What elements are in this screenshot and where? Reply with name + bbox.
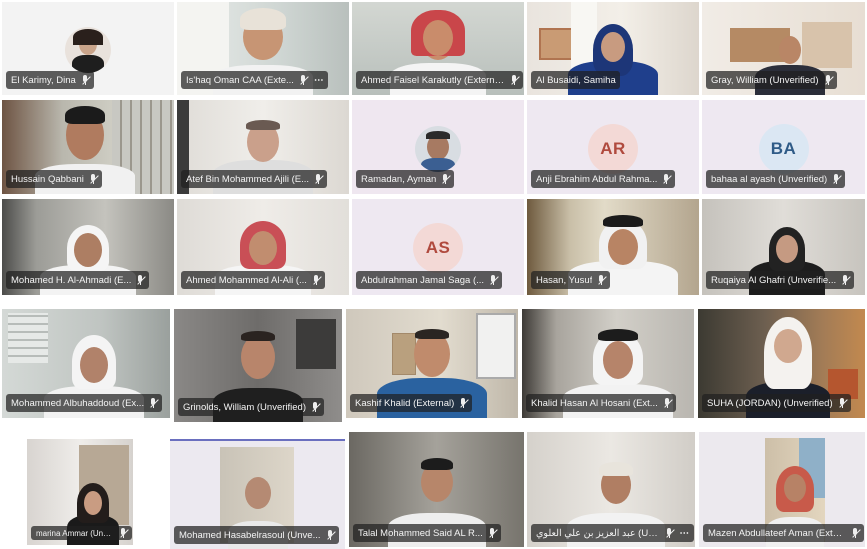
participant-tile[interactable]: Atef Bin Mohammed Ajili (E... xyxy=(177,100,349,194)
participant-tile[interactable]: Ahmed Faisel Karakutly (External) xyxy=(352,2,524,95)
participant-tile[interactable]: Is'haq Oman CAA (Exte... ⋯ xyxy=(177,2,349,95)
participant-tile[interactable]: El Karimy, Dina xyxy=(2,2,174,95)
participant-name-label: bahaa al ayash (Unverified) xyxy=(706,170,846,188)
participant-name-label: Abdulrahman Jamal Saga (... xyxy=(356,271,503,289)
mic-off-icon xyxy=(665,527,675,539)
mic-off-icon xyxy=(314,173,324,185)
mic-off-icon xyxy=(441,173,452,185)
participant-tile[interactable]: عبد العزيز بن علي العلوي (Unverified)⋯ xyxy=(527,432,695,547)
participant-name-label: Ahmed Mohammed Al-Ali (... xyxy=(181,271,325,289)
mic-off-icon xyxy=(459,397,470,409)
mic-off-icon xyxy=(136,274,147,286)
participant-name-label: Mohammed Albuhaddoud (Ex... xyxy=(6,394,163,412)
mic-off-icon xyxy=(489,274,499,286)
mic-off-icon xyxy=(838,397,848,409)
mic-off-icon xyxy=(510,74,520,86)
mic-off-icon xyxy=(824,74,834,86)
participant-tile[interactable]: Talal Mohammed Said AL R... xyxy=(349,432,524,547)
participant-name-label: Kashif Khalid (External) xyxy=(350,394,473,412)
mic-off-icon xyxy=(662,173,673,185)
participant-name-label: marina Ammar (Unverified) xyxy=(31,526,132,540)
participant-name-label: Hussain Qabbani xyxy=(6,170,102,188)
participant-tile[interactable]: AR Anji Ebrahim Abdul Rahma... xyxy=(527,100,699,194)
avatar xyxy=(415,126,461,172)
participant-name-label: Ahmed Faisel Karakutly (External) xyxy=(356,71,523,89)
participant-name-label: Mohamed H. Al-Ahmadi (E... xyxy=(6,271,150,289)
participant-tile[interactable]: Hussain Qabbani xyxy=(2,100,174,194)
participant-tile[interactable]: Mohamed H. Al-Ahmadi (E... xyxy=(2,199,174,295)
participant-name-label: Hasan, Yusuf xyxy=(531,271,611,289)
mic-off-icon xyxy=(299,74,309,86)
participant-name-label: Atef Bin Mohammed Ajili (E... xyxy=(181,170,328,188)
mic-off-icon xyxy=(312,274,322,286)
more-options-icon[interactable]: ⋯ xyxy=(680,528,691,539)
participant-name-label: El Karimy, Dina xyxy=(6,71,94,89)
initials-avatar: BA xyxy=(758,124,809,174)
mic-off-icon xyxy=(311,401,321,413)
participant-name-label: Mazen Abdullateef Aman (External) xyxy=(703,524,864,542)
mic-off-icon xyxy=(488,527,498,539)
more-options-icon[interactable]: ⋯ xyxy=(314,75,325,86)
mic-off-icon xyxy=(663,397,673,409)
mic-off-icon xyxy=(851,527,861,539)
participant-tile[interactable]: Al Busaidi, Samiha xyxy=(527,2,699,95)
mic-off-icon xyxy=(119,527,129,539)
participant-name-label: Ruqaiya Al Ghafri (Unverifie... xyxy=(706,271,855,289)
mic-off-icon xyxy=(841,274,851,286)
mic-off-icon xyxy=(597,274,608,286)
participant-name-label: Al Busaidi, Samiha xyxy=(531,71,620,89)
mic-off-icon xyxy=(326,529,336,541)
participant-tile[interactable]: Mohamed Hasabelrasoul (Unve... xyxy=(170,439,345,549)
participant-tile[interactable]: Gray, William (Unverified) xyxy=(702,2,865,95)
participant-tile[interactable]: Ramadan, Ayman xyxy=(352,100,524,194)
initials-avatar: AS xyxy=(413,223,463,273)
participant-tile[interactable]: marina Ammar (Unverified) xyxy=(27,439,133,545)
participant-tile[interactable]: Mazen Abdullateef Aman (External) xyxy=(699,432,865,547)
mic-off-icon xyxy=(832,173,842,185)
mic-off-icon xyxy=(149,397,159,409)
participant-name-label: Ramadan, Ayman xyxy=(356,170,455,188)
participant-tile[interactable]: Kashif Khalid (External) xyxy=(346,309,518,418)
participant-name-label: Anji Ebrahim Abdul Rahma... xyxy=(531,170,676,188)
participant-tile[interactable]: SUHA (JORDAN) (Unverified) xyxy=(698,309,865,418)
participant-name-label: Mohamed Hasabelrasoul (Unve... xyxy=(174,526,339,544)
participant-tile[interactable]: BA bahaa al ayash (Unverified) xyxy=(702,100,865,194)
participant-name-label: Grinolds, William (Unverified) xyxy=(178,398,324,416)
participant-tile[interactable]: AS Abdulrahman Jamal Saga (... xyxy=(352,199,524,295)
participant-name-label: Khalid Hasan Al Hosani (Ext... xyxy=(526,394,676,412)
participant-tile[interactable]: Grinolds, William (Unverified) xyxy=(174,309,342,422)
participant-name-label: عبد العزيز بن علي العلوي (Unverified)⋯ xyxy=(531,524,694,542)
mic-off-icon xyxy=(81,74,91,86)
participant-tile[interactable]: Ruqaiya Al Ghafri (Unverifie... xyxy=(702,199,865,295)
participant-tile[interactable]: Khalid Hasan Al Hosani (Ext... xyxy=(522,309,694,418)
initials-avatar: AR xyxy=(588,124,638,174)
mic-off-icon xyxy=(89,173,99,185)
participant-name-label: SUHA (JORDAN) (Unverified) xyxy=(702,394,851,412)
participant-tile[interactable]: Ahmed Mohammed Al-Ali (... xyxy=(177,199,349,295)
avatar xyxy=(65,27,111,73)
participant-tile[interactable]: Mohammed Albuhaddoud (Ex... xyxy=(2,309,170,418)
participant-tile[interactable]: Hasan, Yusuf xyxy=(527,199,699,295)
participant-name-label: Is'haq Oman CAA (Exte... ⋯ xyxy=(181,71,329,89)
participant-name-label: Gray, William (Unverified) xyxy=(706,71,837,89)
participant-name-label: Talal Mohammed Said AL R... xyxy=(353,524,501,542)
